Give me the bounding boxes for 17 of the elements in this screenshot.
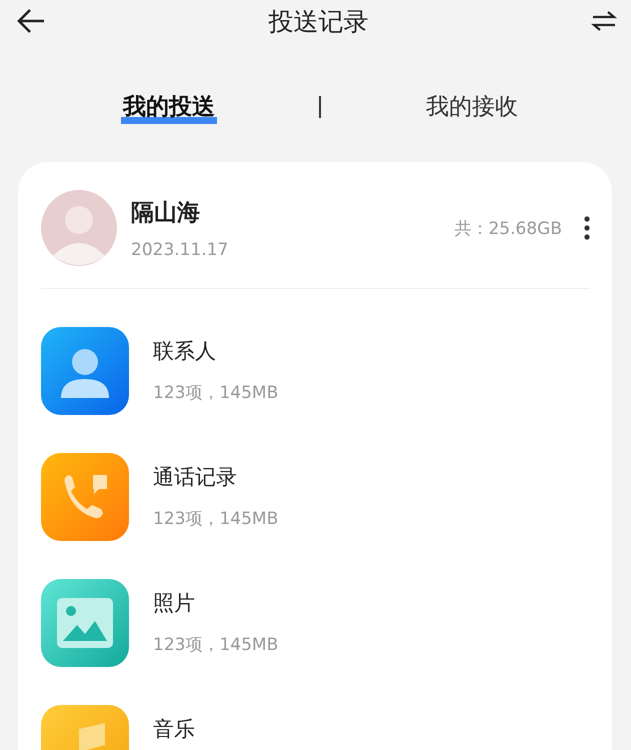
category-title: 照片 <box>153 590 196 617</box>
category-title: 通话记录 <box>153 464 238 491</box>
date: 2023.11.17 <box>131 240 230 260</box>
category-detail: 123项，145MB <box>153 382 278 404</box>
swap-icon[interactable] <box>591 10 617 32</box>
person-icon <box>41 327 129 415</box>
total-size: 共：25.68GB <box>454 218 562 240</box>
image-icon <box>41 579 129 667</box>
phone-icon <box>41 453 129 541</box>
tab[interactable]: 我的接收 <box>424 90 520 124</box>
category-detail: 123项，145MB <box>153 634 278 656</box>
category-title: 音乐 <box>153 716 195 743</box>
category-detail: 123项，145MB <box>153 508 278 530</box>
page-title: 投送记录 <box>268 6 368 38</box>
category-title: 联系人 <box>153 338 217 365</box>
back-arrow-icon[interactable] <box>16 8 46 34</box>
user-name: 隔山海 <box>131 198 201 228</box>
